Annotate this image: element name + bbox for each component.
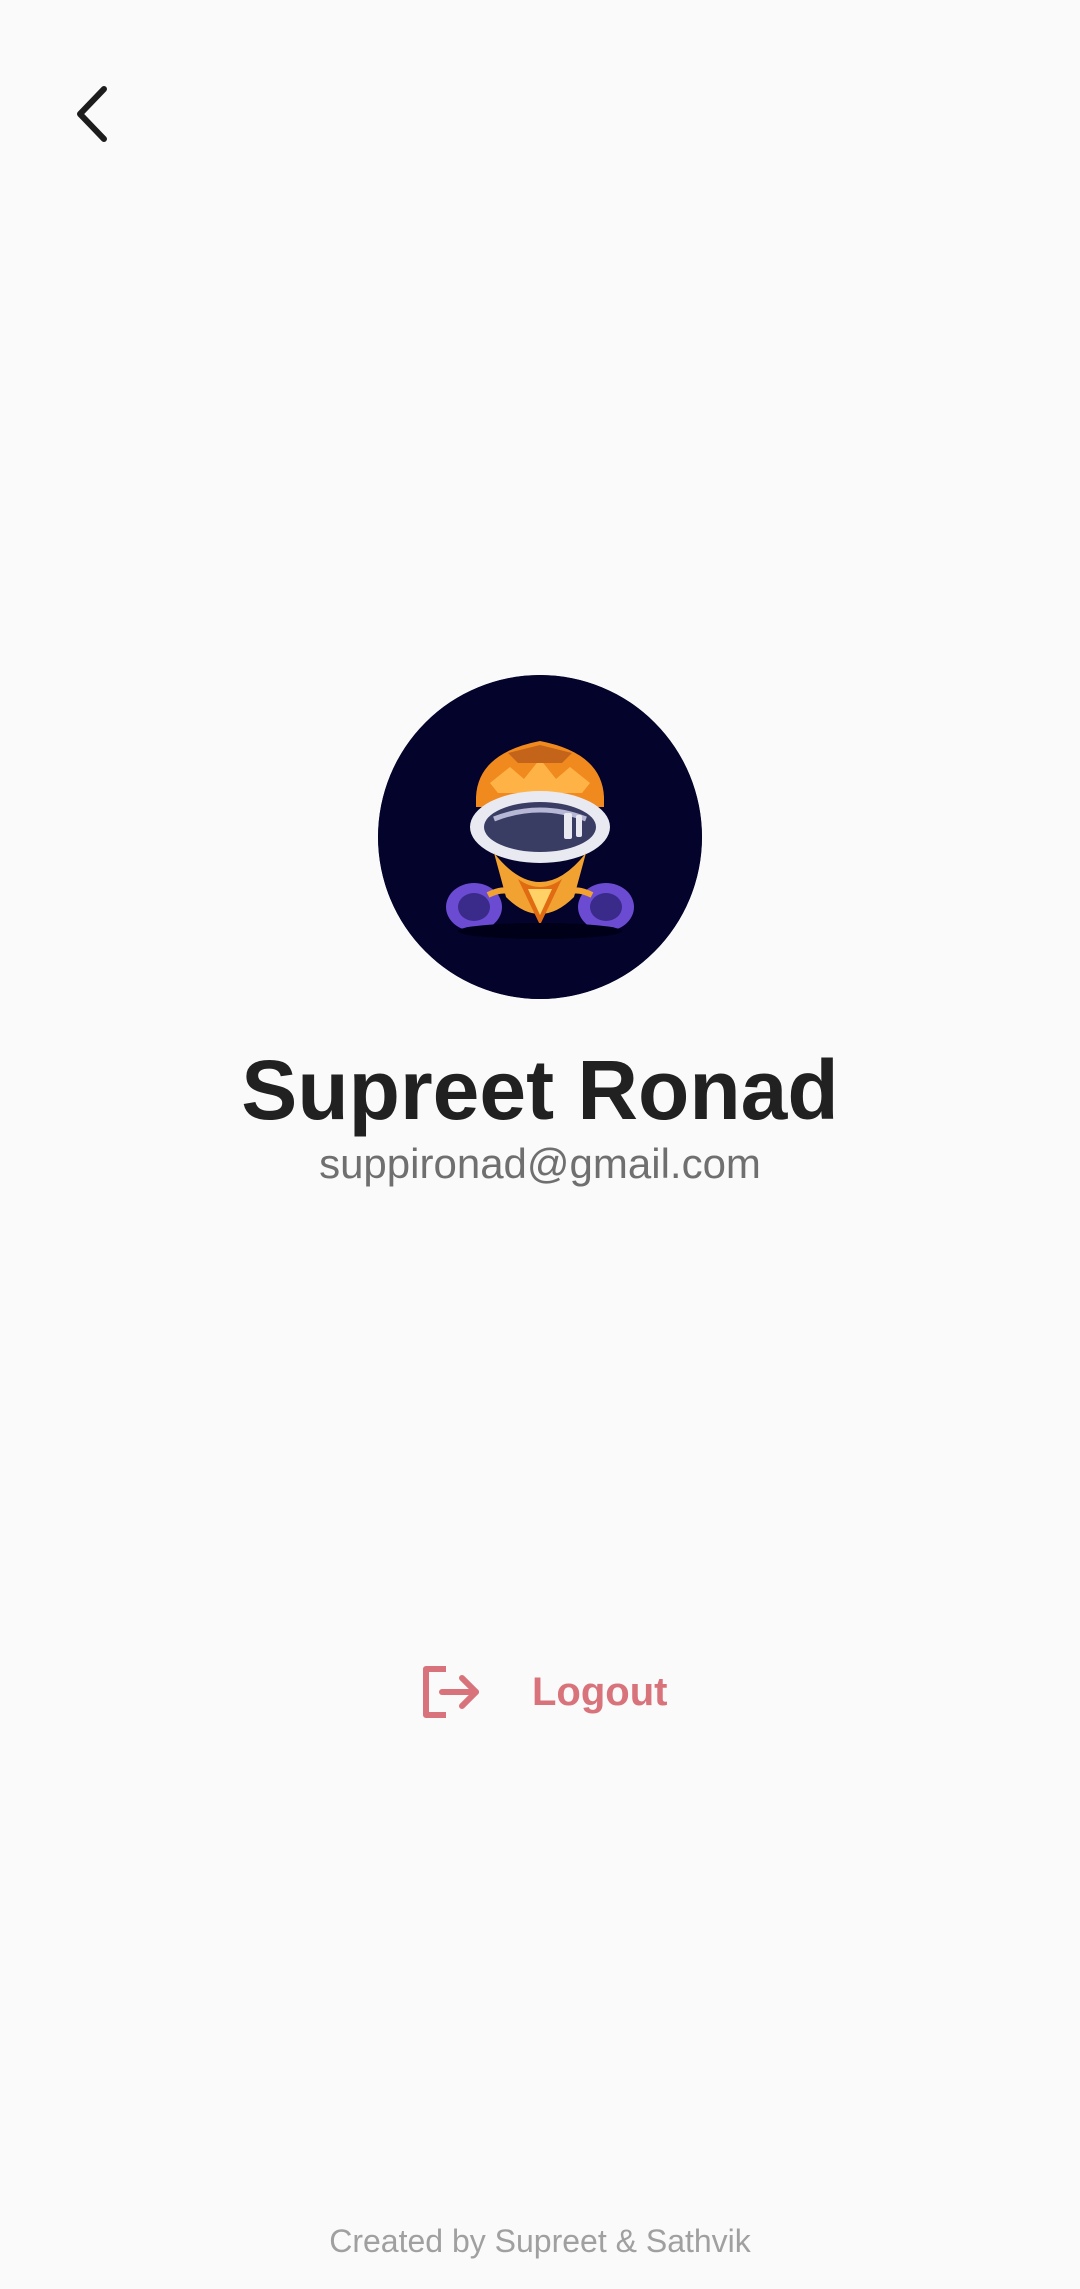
logout-label: Logout xyxy=(532,1669,668,1714)
profile-name: Supreet Ronad xyxy=(241,1043,839,1137)
gas-mask-helmet-avatar xyxy=(378,675,702,999)
footer-credit: Created by Supreet & Sathvik xyxy=(329,2223,751,2259)
chevron-left-icon xyxy=(77,86,107,142)
logout-icon xyxy=(423,1666,479,1718)
back-button[interactable] xyxy=(56,78,128,150)
logout-button[interactable]: Logout xyxy=(420,1652,670,1732)
profile-email: suppironad@gmail.com xyxy=(319,1140,761,1187)
avatar xyxy=(378,675,702,999)
